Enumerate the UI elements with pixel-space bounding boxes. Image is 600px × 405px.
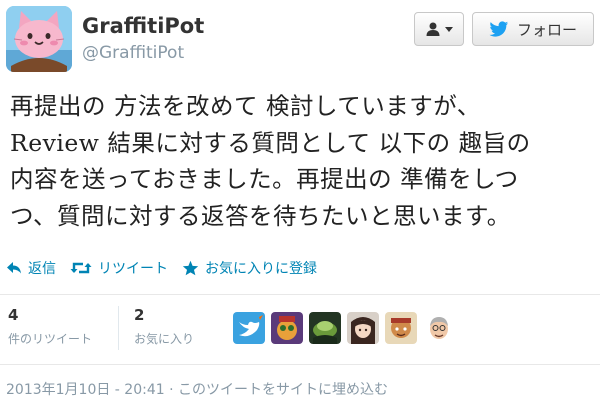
retweet-icon: [70, 262, 92, 274]
favorite-stat[interactable]: 2 お気に入り: [134, 306, 194, 347]
stat-separator: [118, 306, 119, 350]
star-icon: [182, 260, 199, 276]
display-name[interactable]: GraffitiPot: [82, 14, 204, 38]
favoriter-avatars: [233, 312, 455, 344]
cartoon-character-avatar[interactable]: [385, 312, 417, 344]
favorite-button[interactable]: お気に入りに登録: [182, 258, 317, 278]
person-icon: [426, 22, 440, 36]
tweet-text: 再提出の 方法を改めて 検討していますが、 Review 結果に対する質問として…: [10, 88, 590, 234]
old-man-avatar[interactable]: [423, 312, 455, 344]
pink-cat-icon: [6, 6, 72, 72]
favorite-label: お気に入りに登録: [205, 261, 317, 277]
green-creature-avatar[interactable]: [309, 312, 341, 344]
chevron-down-icon: [445, 26, 453, 32]
tweet-line: Review 結果に対する質問として 以下の 趣旨の: [10, 128, 531, 157]
retweet-stat-label: 件のリツイート: [8, 332, 93, 346]
screen-name[interactable]: @GraffitiPot: [82, 43, 184, 63]
twitter-bird-avatar[interactable]: [233, 312, 265, 344]
follow-button[interactable]: フォロー: [472, 12, 594, 46]
tweet-line: 内容を送っておきました。再提出の 準備をしつ: [10, 165, 519, 193]
tweet-card: GraffitiPot @GraffitiPot フォロー 再提出の 方法を改め…: [0, 0, 600, 405]
reply-icon: [7, 262, 21, 274]
follow-label: フォロー: [516, 20, 577, 39]
favorite-count: 2: [134, 306, 145, 324]
retweet-label: リツイート: [98, 261, 168, 277]
divider: [0, 294, 600, 295]
tweet-line: 再提出の 方法を改めて 検討していますが、: [10, 92, 481, 120]
favorite-stat-label: お気に入り: [134, 332, 195, 346]
retweet-count: 4: [8, 306, 19, 324]
tweet-timestamp[interactable]: 2013年1月10日 - 20:41 · このツイートをサイトに埋め込む: [6, 379, 388, 399]
tweet-actions: 返信 リツイート お気に入りに登録: [6, 256, 331, 280]
cartoon-face-avatar[interactable]: [271, 312, 303, 344]
user-actions-dropdown[interactable]: [414, 12, 464, 46]
reply-button[interactable]: 返信: [6, 258, 56, 278]
reply-label: 返信: [28, 261, 56, 277]
retweet-button[interactable]: リツイート: [70, 258, 168, 278]
user-avatar[interactable]: [6, 6, 72, 72]
tweet-line: つ、質問に対する返答を待ちたいと思います。: [10, 201, 511, 230]
twitter-bird-icon: [489, 20, 509, 37]
anime-girl-avatar[interactable]: [347, 312, 379, 344]
retweet-stat[interactable]: 4 件のリツイート: [8, 306, 92, 347]
divider: [0, 364, 600, 365]
